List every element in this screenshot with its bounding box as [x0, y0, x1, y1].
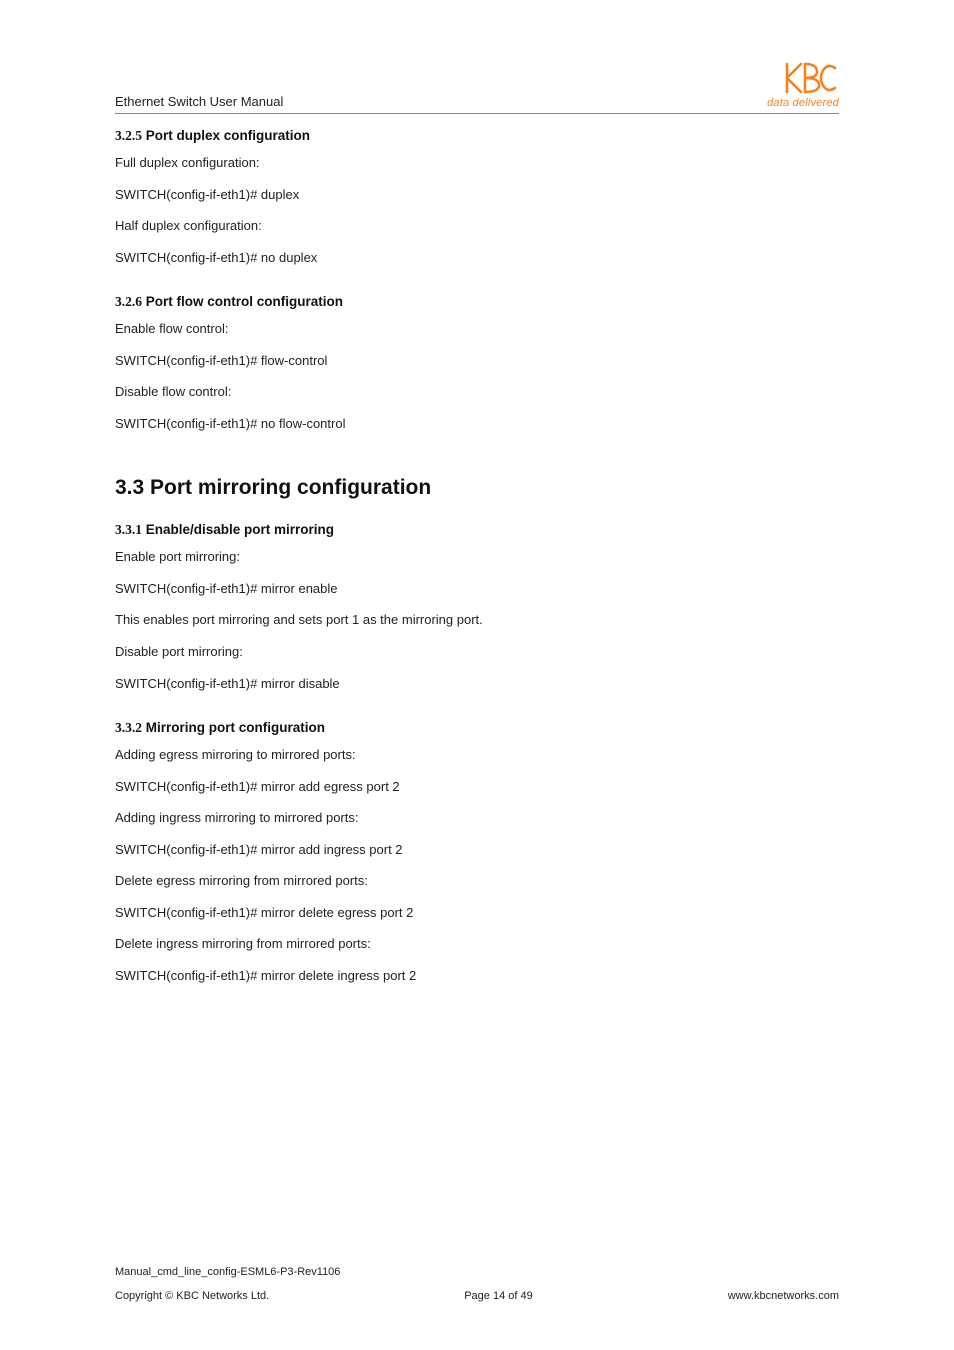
logo-tagline: data delivered: [767, 98, 839, 109]
body-text: SWITCH(config-if-eth1)# duplex: [115, 186, 839, 204]
heading-text: Port flow control configuration: [146, 294, 343, 309]
body-text: SWITCH(config-if-eth1)# mirror disable: [115, 675, 839, 693]
body-text: Disable port mirroring:: [115, 643, 839, 661]
heading-number: 3.2.5: [115, 128, 142, 143]
heading-3-3: 3.3 Port mirroring configuration: [115, 476, 839, 500]
heading-3-2-6: 3.2.6 Port flow control configuration: [115, 294, 839, 310]
body-text: SWITCH(config-if-eth1)# mirror add ingre…: [115, 841, 839, 859]
footer-row: Copyright © KBC Networks Ltd. Page 14 of…: [115, 1290, 839, 1302]
heading-3-3-2: 3.3.2 Mirroring port configuration: [115, 720, 839, 736]
heading-text: Port duplex configuration: [146, 128, 310, 143]
body-text: Half duplex configuration:: [115, 217, 839, 235]
heading-text: Mirroring port configuration: [146, 720, 325, 735]
body-text: Adding egress mirroring to mirrored port…: [115, 746, 839, 764]
heading-number: 3.3.1: [115, 522, 142, 537]
body-text: SWITCH(config-if-eth1)# mirror delete in…: [115, 967, 839, 985]
body-text: SWITCH(config-if-eth1)# mirror add egres…: [115, 778, 839, 796]
heading-number: 3.2.6: [115, 294, 142, 309]
body-text: Delete ingress mirroring from mirrored p…: [115, 935, 839, 953]
heading-3-2-5: 3.2.5 Port duplex configuration: [115, 128, 839, 144]
body-text: SWITCH(config-if-eth1)# flow-control: [115, 352, 839, 370]
kbc-logo-icon: [783, 60, 839, 96]
body-text: Enable port mirroring:: [115, 548, 839, 566]
body-text: Disable flow control:: [115, 383, 839, 401]
body-text: SWITCH(config-if-eth1)# mirror enable: [115, 580, 839, 598]
heading-number: 3.3.2: [115, 720, 142, 735]
body-text: Enable flow control:: [115, 320, 839, 338]
body-text: This enables port mirroring and sets por…: [115, 611, 839, 629]
heading-text: Enable/disable port mirroring: [146, 522, 334, 537]
heading-3-3-1: 3.3.1 Enable/disable port mirroring: [115, 522, 839, 538]
page-header: Ethernet Switch User Manual data deliver…: [115, 60, 839, 114]
footer-filename: Manual_cmd_line_config-ESML6-P3-Rev1106: [115, 1266, 839, 1278]
header-title: Ethernet Switch User Manual: [115, 94, 283, 109]
footer-url: www.kbcnetworks.com: [728, 1290, 839, 1302]
page-footer: Manual_cmd_line_config-ESML6-P3-Rev1106 …: [115, 1266, 839, 1302]
footer-copyright: Copyright © KBC Networks Ltd.: [115, 1290, 269, 1302]
body-text: SWITCH(config-if-eth1)# no flow-control: [115, 415, 839, 433]
footer-page-number: Page 14 of 49: [464, 1290, 533, 1302]
logo-block: data delivered: [767, 60, 839, 109]
body-text: Adding ingress mirroring to mirrored por…: [115, 809, 839, 827]
body-text: SWITCH(config-if-eth1)# mirror delete eg…: [115, 904, 839, 922]
body-text: Full duplex configuration:: [115, 154, 839, 172]
body-text: Delete egress mirroring from mirrored po…: [115, 872, 839, 890]
body-text: SWITCH(config-if-eth1)# no duplex: [115, 249, 839, 267]
